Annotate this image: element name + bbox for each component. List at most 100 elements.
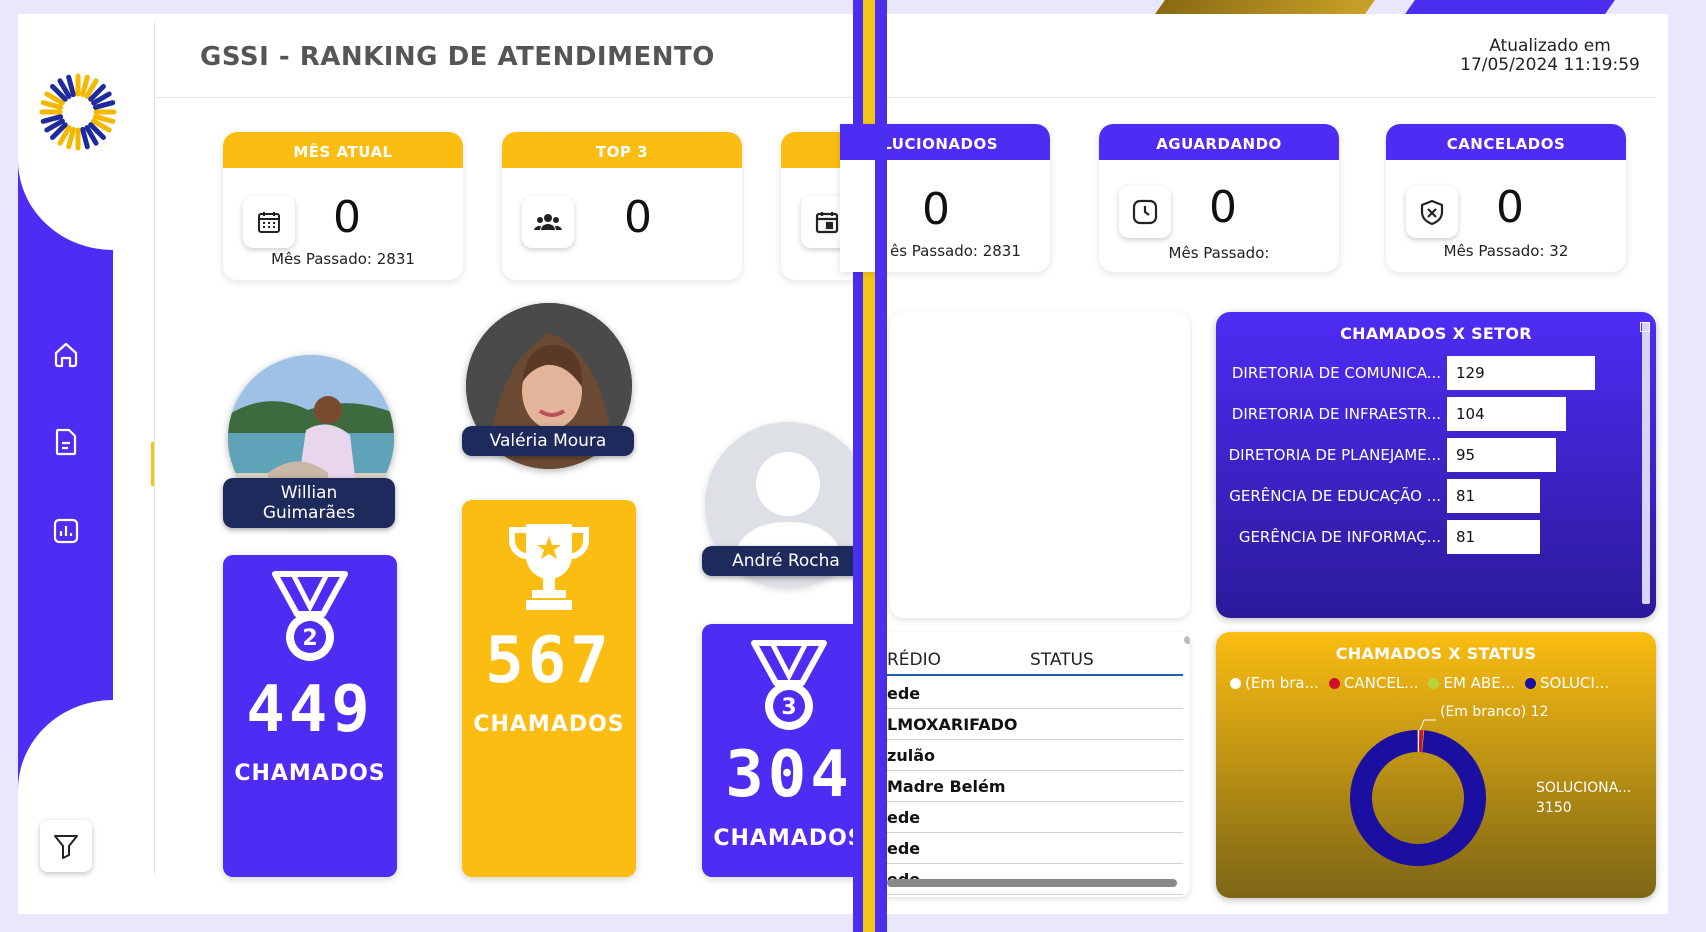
kpi-value: 0 [1209, 182, 1237, 233]
setor-label: DIRETORIA DE PLANEJAME... [1228, 446, 1441, 464]
table-horizontal-scrollbar[interactable] [887, 879, 1177, 887]
table-row[interactable]: zulão [887, 740, 1183, 771]
table-header-divider [887, 674, 1183, 676]
calendar-icon [243, 196, 295, 248]
table-header-status[interactable]: STATUS [1030, 650, 1094, 670]
updated-info: Atualizado em 17/05/2024 11:19:59 [1460, 37, 1640, 75]
clock-icon [1119, 186, 1171, 238]
podium-first-label: CHAMADOS [473, 712, 625, 737]
setor-value: 81 [1456, 487, 1476, 505]
slice-label-em-branco: (Em branco) 12 [1440, 704, 1549, 720]
podium-second-value: 449 [246, 673, 374, 747]
chart-icon[interactable] [50, 515, 82, 547]
kpi-value: 0 [333, 192, 361, 243]
name-tag-willian: Willian Guimarães [223, 478, 395, 528]
updated-value: 17/05/2024 11:19:59 [1460, 55, 1640, 75]
table-vertical-scroll-handle[interactable] [1184, 636, 1190, 644]
table-cell-predio: ede [887, 839, 921, 858]
table-cell-predio: ede [887, 808, 921, 827]
podium-first-value: 567 [485, 624, 613, 698]
shield-x-icon [1406, 186, 1458, 238]
podium-third: 3 304 CHAMADOS [702, 624, 876, 877]
filter-icon [54, 835, 78, 859]
setor-chart-title: CHAMADOS X SETOR [1340, 324, 1532, 343]
group-icon [522, 196, 574, 248]
top-decoration-blue [1405, 0, 1615, 14]
podium-first: 567 CHAMADOS [462, 500, 636, 877]
table-cell-predio: zulão [887, 746, 935, 765]
table-cell-predio: LMOXARIFADO [887, 715, 1018, 734]
setor-row[interactable]: GERÊNCIA DE INFORMAÇ... 81 [1216, 520, 1656, 554]
setor-row[interactable]: DIRETORIA DE INFRAESTR... 104 [1216, 397, 1656, 431]
kpi-title: LUCIONADOS [840, 124, 1050, 160]
setor-value: 129 [1456, 364, 1485, 382]
podium-third-label: CHAMADOS [713, 826, 865, 851]
setor-label: DIRETORIA DE COMUNICA... [1231, 364, 1441, 382]
header-divider [156, 97, 1656, 98]
setor-row[interactable]: DIRETORIA DE COMUNICA... 129 [1216, 356, 1656, 390]
kpi-value: 0 [1496, 182, 1524, 233]
sidebar-active-marker [151, 442, 154, 486]
setor-row[interactable]: GERÊNCIA DE EDUCAÇÃO ... 81 [1216, 479, 1656, 513]
medal-icon: 2 [272, 571, 348, 661]
table-row[interactable]: ede [887, 678, 1183, 709]
kpi-card-solucionados: LUCIONADOS 0 ês Passado: 2831 [840, 124, 1050, 272]
status-chart-panel: CHAMADOS X STATUS (Em bra... CANCEL... EM … [1216, 632, 1656, 898]
slice-leader-line [1419, 719, 1436, 731]
updated-label: Atualizado em [1489, 36, 1611, 56]
podium-third-value: 304 [725, 738, 853, 812]
podium-second-label: CHAMADOS [234, 761, 386, 786]
kpi-title: TOP 3 [502, 132, 742, 168]
top-decoration-gold [1155, 0, 1375, 14]
blank-visual-panel [890, 312, 1190, 618]
kpi-subtext: Mês Passado: 32 [1443, 242, 1569, 260]
setor-label: GERÊNCIA DE INFORMAÇ... [1238, 528, 1441, 546]
setor-row[interactable]: DIRETORIA DE PLANEJAME... 95 [1216, 438, 1656, 472]
kpi-title: MÊS ATUAL [223, 132, 463, 168]
table-header-predio[interactable]: RÉDIO [887, 650, 941, 670]
trophy-icon [508, 524, 590, 610]
table-row[interactable]: ede [887, 833, 1183, 864]
setor-value: 81 [1456, 528, 1476, 546]
slice-value-solucionados: 3150 [1536, 800, 1572, 816]
setor-value: 95 [1456, 446, 1476, 464]
medal-icon: 3 [751, 640, 827, 730]
table-cell-predio: ede [887, 684, 921, 703]
slice-label-solucionados: SOLUCIONA... [1536, 780, 1632, 796]
name-tag-andre: André Rocha [702, 546, 870, 576]
kpi-value: 0 [624, 192, 652, 243]
table-row[interactable]: LMOXARIFADO [887, 709, 1183, 740]
split-bar [875, 0, 887, 932]
sidebar-divider [154, 22, 155, 874]
data-table: RÉDIO STATUS ede LMOXARIFADO zulão Madre Be… [887, 632, 1190, 897]
setor-scrollbar[interactable] [1642, 322, 1650, 604]
filter-button[interactable] [40, 820, 92, 872]
kpi-title: AGUARDANDO [1099, 124, 1339, 160]
kpi-card-mes-atual: MÊS ATUAL 0 Mês Passado: 2831 [223, 132, 463, 280]
kpi-card-top3: TOP 3 0 [502, 132, 742, 280]
name-tag-valeria: Valéria Moura [462, 426, 634, 456]
podium-second: 2 449 CHAMADOS [223, 555, 397, 877]
kpi-value: 0 [922, 184, 950, 235]
kpi-card-cancelados: CANCELADOS 0 Mês Passado: 32 [1386, 124, 1626, 272]
kpi-subtext: Mês Passado: 2831 [271, 250, 415, 268]
kpi-subtext: Mês Passado: [1168, 244, 1270, 262]
kpi-card-aguardando: AGUARDANDO 0 Mês Passado: [1099, 124, 1339, 272]
page-title: GSSI - RANKING DE ATENDIMENTO [200, 42, 715, 72]
logo-icon [38, 72, 118, 152]
medal-rank: 3 [781, 695, 796, 720]
table-row[interactable]: ede [887, 802, 1183, 833]
setor-scroll-handle[interactable] [1640, 322, 1650, 332]
table-row[interactable]: Madre Belém [887, 771, 1183, 802]
setor-label: DIRETORIA DE INFRAESTR... [1231, 405, 1441, 423]
status-donut-chart [1350, 719, 1486, 866]
home-icon[interactable] [50, 338, 82, 370]
medal-rank: 2 [302, 626, 317, 651]
setor-value: 104 [1456, 405, 1485, 423]
setor-chart-panel: CHAMADOS X SETOR DIRETORIA DE COMUNICA..… [1216, 312, 1656, 618]
kpi-subtext: ês Passado: 2831 [890, 242, 1021, 260]
setor-label: GERÊNCIA DE EDUCAÇÃO ... [1229, 487, 1441, 505]
document-icon[interactable] [50, 426, 82, 458]
kpi-title: CANCELADOS [1386, 124, 1626, 160]
table-cell-predio: Madre Belém [887, 777, 1006, 796]
